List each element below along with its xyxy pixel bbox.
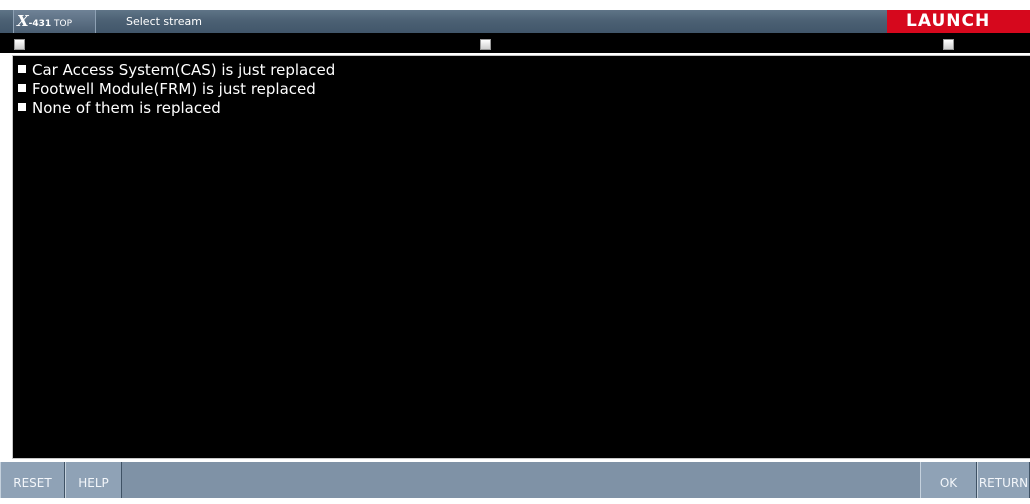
help-button[interactable]: HELP xyxy=(65,462,122,498)
option-frm-replaced[interactable]: Footwell Module(FRM) is just replaced xyxy=(18,80,316,99)
header-checkbox-row xyxy=(0,33,1030,53)
option-cas-replaced[interactable]: Car Access System(CAS) is just replaced xyxy=(18,61,335,80)
x431-top-button[interactable]: X-431 TOP xyxy=(13,10,96,33)
option-list-pane: Car Access System(CAS) is just replaced … xyxy=(12,55,1030,459)
brand-x: X xyxy=(17,12,29,30)
option-label: Footwell Module(FRM) is just replaced xyxy=(32,80,316,98)
header-checkbox-middle[interactable] xyxy=(480,39,491,50)
option-label: None of them is replaced xyxy=(32,99,221,117)
launch-logo: LAUNCH xyxy=(887,10,1030,33)
option-bullet-icon xyxy=(18,102,26,111)
header-checkbox-right[interactable] xyxy=(943,39,954,50)
header-checkbox-left[interactable] xyxy=(14,39,25,50)
option-bullet-icon xyxy=(18,64,26,73)
ok-button[interactable]: OK xyxy=(920,462,977,498)
window-title: Select stream xyxy=(126,15,202,28)
brand-top: TOP xyxy=(51,19,73,29)
title-bar: X-431 TOP Select stream LAUNCH xyxy=(0,10,1030,33)
option-bullet-icon xyxy=(18,83,26,92)
brand-model: -431 xyxy=(28,19,52,29)
return-button[interactable]: RETURN xyxy=(977,462,1030,498)
reset-button[interactable]: RESET xyxy=(0,462,65,498)
option-label: Car Access System(CAS) is just replaced xyxy=(32,61,336,79)
option-none-replaced[interactable]: None of them is replaced xyxy=(18,99,221,118)
footer-toolbar: RESET HELP OK RETURN xyxy=(0,462,1030,498)
